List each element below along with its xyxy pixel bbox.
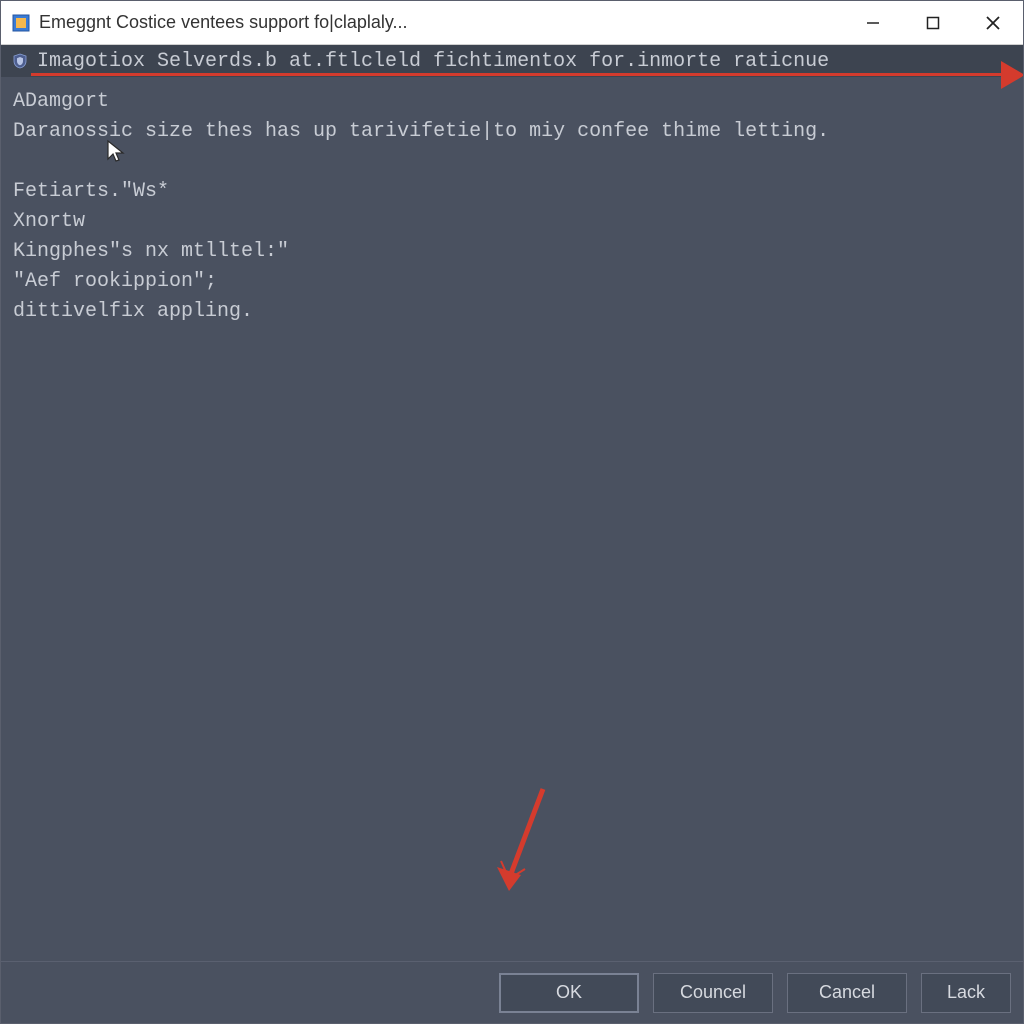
window-title: Emeggnt Costice ventees support fo|clapl… bbox=[39, 12, 408, 33]
minimize-button[interactable] bbox=[843, 1, 903, 44]
ok-button[interactable]: OK bbox=[499, 973, 639, 1013]
dialog-window: Emeggnt Costice ventees support fo|clapl… bbox=[0, 0, 1024, 1024]
content-area: Imagotiox Selverds.b at.ftlcleld fichtim… bbox=[1, 45, 1023, 961]
button-bar: OK Councel Cancel Lack bbox=[1, 961, 1023, 1023]
window-controls bbox=[843, 1, 1023, 44]
info-bar: Imagotiox Selverds.b at.ftlcleld fichtim… bbox=[1, 45, 1023, 77]
maximize-button[interactable] bbox=[903, 1, 963, 44]
annotation-underline bbox=[31, 73, 1003, 76]
lack-button[interactable]: Lack bbox=[921, 973, 1011, 1013]
body-text: ADamgort Daranossic size thes has up tar… bbox=[1, 77, 1023, 335]
annotation-arrow-down-icon bbox=[491, 783, 551, 903]
app-icon bbox=[11, 13, 31, 33]
cancel-button[interactable]: Cancel bbox=[787, 973, 907, 1013]
info-bar-text: Imagotiox Selverds.b at.ftlcleld fichtim… bbox=[37, 50, 829, 73]
shield-icon bbox=[11, 52, 29, 70]
close-button[interactable] bbox=[963, 1, 1023, 44]
titlebar: Emeggnt Costice ventees support fo|clapl… bbox=[1, 1, 1023, 45]
councel-button[interactable]: Councel bbox=[653, 973, 773, 1013]
annotation-arrow-right-icon bbox=[1001, 61, 1023, 89]
